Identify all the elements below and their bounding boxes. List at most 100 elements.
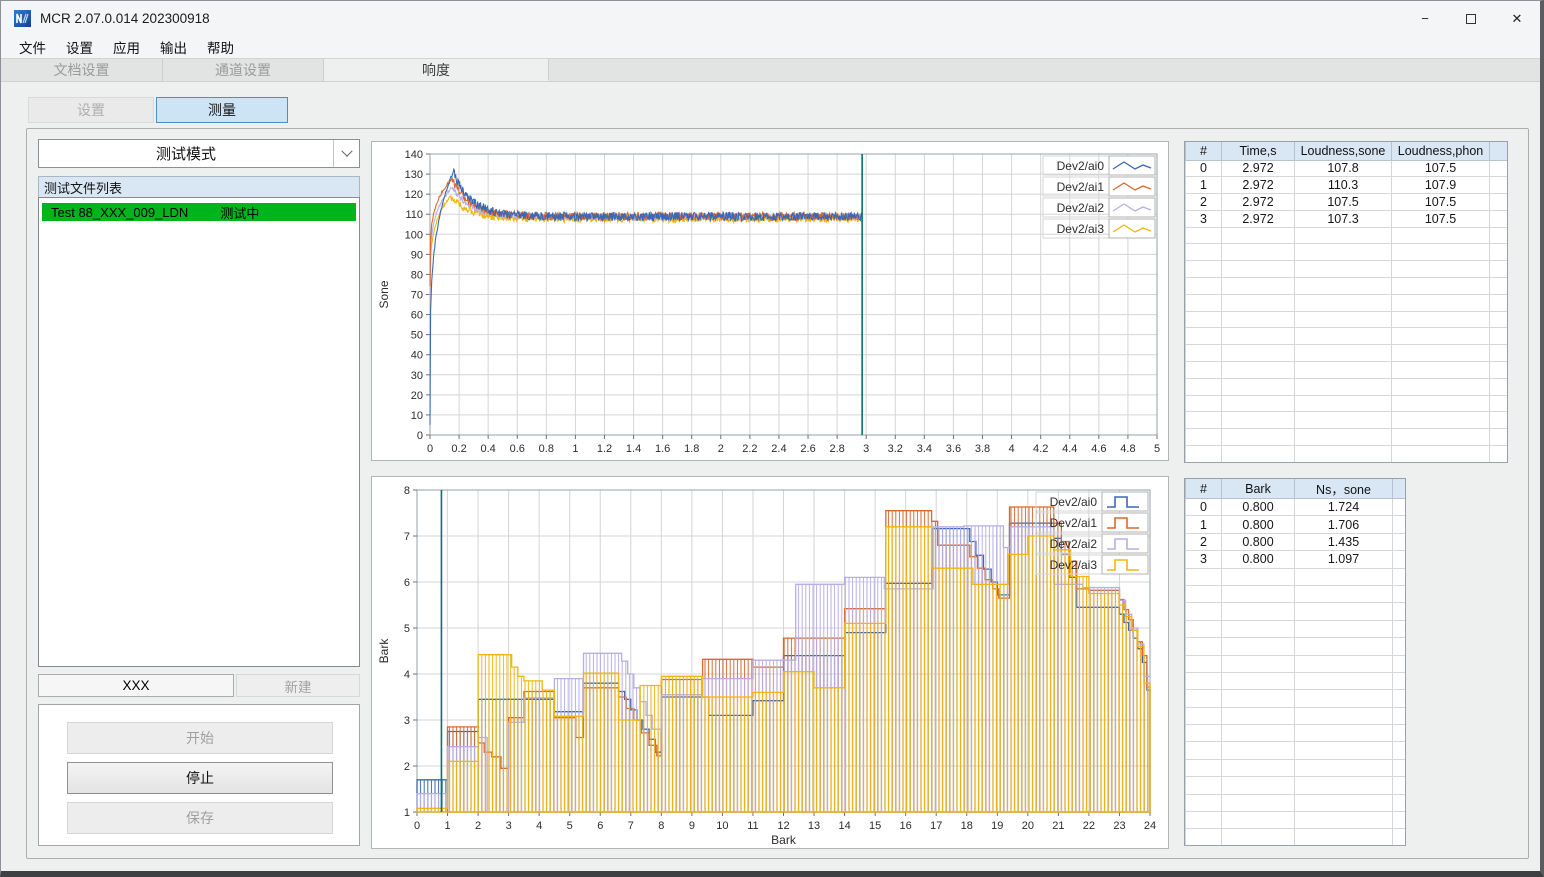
tab-bar: 文档设置 通道设置 响度 [1, 58, 1540, 82]
table-cell [1391, 394, 1490, 413]
tab-loudness[interactable]: 响度 [324, 59, 549, 81]
svg-text:2.2: 2.2 [742, 443, 757, 455]
table-cell [1489, 176, 1507, 195]
file-name: Test 88_XXX_009_LDN [51, 204, 189, 220]
loudness-time-chart-panel: 0 0.2 0.4 0.6 0.8 1 1.2 1.4 1.6 1.8 2 2.2 2.4 2.6 2.8 3… [371, 141, 1169, 461]
table-cell [1185, 758, 1222, 778]
file-status: 测试中 [220, 205, 260, 221]
table-cell [1221, 584, 1295, 604]
svg-text:0.6: 0.6 [510, 443, 525, 455]
subtab-settings: 设置 [28, 97, 154, 123]
list-item[interactable]: Test 88_XXX_009_LDN 测试中 [42, 203, 356, 221]
table-cell [1489, 327, 1507, 346]
svg-text:70: 70 [411, 290, 423, 302]
table-cell [1391, 361, 1490, 379]
svg-text:3.4: 3.4 [917, 443, 932, 455]
table-cell [1392, 671, 1405, 691]
table-row[interactable]: 2 2.972 107.5 107.5 [1185, 193, 1507, 211]
table-row[interactable]: 3 0.800 1.097 [1185, 550, 1405, 569]
svg-text:Bark: Bark [771, 833, 797, 847]
menu-file[interactable]: 文件 [9, 36, 56, 58]
table-cell [1185, 226, 1222, 245]
svg-text:Dev2/ai3: Dev2/ai3 [1050, 558, 1098, 572]
table-cell [1185, 377, 1222, 396]
test-mode-dropdown[interactable]: 测试模式 [38, 139, 360, 168]
table-row[interactable]: 0 0.800 1.724 [1185, 497, 1405, 517]
svg-text:1.8: 1.8 [684, 443, 699, 455]
subtab-measure[interactable]: 测量 [156, 97, 288, 123]
test-mode-value: 测试模式 [155, 146, 216, 163]
menu-output[interactable]: 输出 [150, 36, 197, 58]
table-row [1185, 327, 1507, 346]
svg-text:120: 120 [405, 189, 423, 201]
table-row [1185, 277, 1507, 295]
table-cell [1221, 260, 1295, 279]
svg-text:Dev2/ai3: Dev2/ai3 [1057, 222, 1105, 236]
table-row [1185, 394, 1507, 413]
tab-document-settings: 文档设置 [1, 59, 163, 81]
svg-text:4.6: 4.6 [1091, 443, 1106, 455]
svg-text:2: 2 [718, 443, 724, 455]
table-cell [1221, 724, 1295, 743]
table-cell [1185, 602, 1222, 621]
table-cell [1185, 277, 1222, 295]
bark-spectrum-chart-panel: 0 1 2 3 4 5 6 7 8 9 10 11 12 13 14 15 16 17 18 19 20 21 22 23 24… [371, 476, 1169, 849]
maximize-button[interactable] [1448, 1, 1494, 36]
table-cell [1294, 637, 1393, 656]
menu-apply[interactable]: 应用 [103, 36, 150, 58]
table-cell [1294, 344, 1392, 363]
column-header: Bark [1221, 479, 1295, 499]
table-cell [1185, 689, 1222, 708]
table-row[interactable]: 0 2.972 107.8 107.5 [1185, 159, 1507, 178]
svg-text:7: 7 [628, 820, 634, 832]
table-cell [1294, 758, 1393, 778]
table-row[interactable]: 2 0.800 1.435 [1185, 532, 1405, 552]
table-row [1185, 637, 1405, 656]
table-cell [1392, 497, 1405, 517]
table-cell: 1 [1185, 515, 1222, 534]
menu-settings[interactable]: 设置 [56, 36, 103, 58]
table-row[interactable]: 1 0.800 1.706 [1185, 515, 1405, 534]
table-row[interactable]: 1 2.972 110.3 107.9 [1185, 176, 1507, 195]
menu-help[interactable]: 帮助 [197, 36, 244, 58]
table-cell [1185, 411, 1222, 430]
close-button[interactable]: ✕ [1494, 1, 1540, 36]
table-cell [1294, 377, 1392, 396]
table-row[interactable]: 3 2.972 107.3 107.5 [1185, 209, 1507, 228]
dropdown-arrow[interactable] [333, 140, 359, 167]
bark-spectrum-chart[interactable]: 0 1 2 3 4 5 6 7 8 9 10 11 12 13 14 15 16 17 18 19 20 21 22 23 24… [372, 477, 1168, 848]
table-cell [1221, 741, 1295, 760]
table-cell [1221, 226, 1295, 245]
table-cell [1392, 758, 1405, 778]
minimize-button[interactable]: − [1402, 1, 1448, 36]
table-cell [1294, 741, 1393, 760]
stop-button[interactable]: 停止 [67, 762, 333, 794]
svg-text:0.8: 0.8 [539, 443, 554, 455]
svg-text:11: 11 [747, 820, 758, 832]
table-cell [1221, 310, 1295, 329]
test-file-listbox[interactable]: Test 88_XXX_009_LDN 测试中 [38, 197, 360, 667]
svg-text:2: 2 [404, 761, 410, 773]
table-row [1185, 567, 1405, 586]
svg-text:2.6: 2.6 [800, 443, 815, 455]
table-cell [1392, 724, 1405, 743]
table-cell [1392, 550, 1405, 569]
svg-text:2.4: 2.4 [771, 443, 786, 455]
file-list-header: 测试文件列表 [38, 176, 360, 197]
svg-text:4: 4 [1009, 443, 1015, 455]
table-row [1185, 584, 1405, 604]
xxx-button[interactable]: XXX [38, 674, 234, 697]
table-cell: 3 [1185, 209, 1222, 228]
table-cell [1392, 828, 1405, 845]
svg-text:Sone: Sone [377, 280, 391, 308]
table-cell: 1.435 [1294, 532, 1393, 552]
table-cell [1489, 310, 1507, 329]
table-cell [1391, 445, 1490, 462]
title-bar: MCR 2.07.0.014 202300918 − ✕ [1, 1, 1540, 36]
table-cell [1392, 567, 1405, 586]
loudness-time-chart[interactable]: 0 0.2 0.4 0.6 0.8 1 1.2 1.4 1.6 1.8 2 2.2 2.4 2.6 2.8 3… [372, 142, 1168, 460]
column-header: # [1185, 479, 1222, 499]
table-cell: 2.972 [1221, 193, 1295, 211]
start-button: 开始 [67, 722, 333, 754]
table-cell [1489, 293, 1507, 312]
